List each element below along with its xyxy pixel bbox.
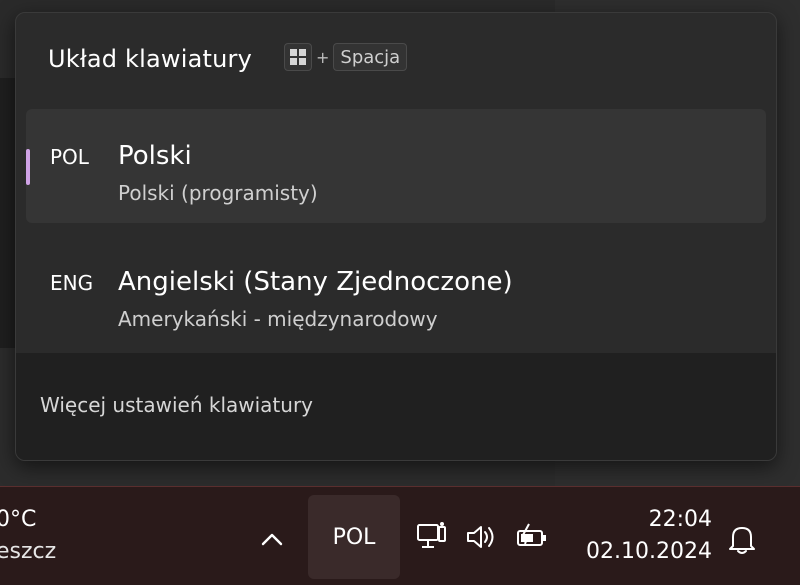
flyout-title: Układ klawiatury	[48, 45, 253, 73]
show-hidden-icons-button[interactable]	[252, 519, 292, 559]
windows-logo-icon	[290, 49, 306, 65]
keyboard-shortcut-hint: + Spacja	[284, 43, 408, 71]
notification-bell-icon[interactable]	[724, 521, 760, 557]
language-name: Angielski (Stany Zjednoczone)	[118, 267, 513, 297]
language-code: ENG	[50, 271, 94, 295]
weather-temperature[interactable]: 0°C	[0, 507, 36, 532]
keyboard-layout-flyout: Układ klawiatury + Spacja POL Polski Pol…	[15, 12, 777, 461]
chevron-up-icon	[261, 533, 283, 546]
flyout-footer: Więcej ustawień klawiatury	[16, 353, 776, 460]
language-code: POL	[50, 145, 89, 169]
volume-icon[interactable]	[464, 519, 500, 555]
weather-description[interactable]: eszcz	[0, 539, 56, 564]
clock-date[interactable]: 02.10.2024	[586, 539, 712, 564]
windows-key	[284, 43, 312, 71]
battery-icon[interactable]	[514, 519, 550, 555]
more-keyboard-settings-link[interactable]: Więcej ustawień klawiatury	[40, 393, 313, 417]
language-item-pol[interactable]: POL Polski Polski (programisty)	[26, 109, 766, 223]
desktop: Układ klawiatury + Spacja POL Polski Pol…	[0, 0, 800, 585]
taskbar: 0°C eszcz POL 22:04 02.10.2024	[0, 486, 800, 585]
space-key: Spacja	[333, 43, 408, 71]
keyboard-layout-name: Amerykański - międzynarodowy	[118, 307, 438, 331]
language-name: Polski	[118, 141, 192, 171]
language-item-eng[interactable]: ENG Angielski (Stany Zjednoczone) Ameryk…	[26, 235, 766, 349]
flyout-header: Układ klawiatury + Spacja	[16, 13, 776, 105]
clock-time[interactable]: 22:04	[640, 507, 712, 532]
selected-indicator	[26, 149, 30, 185]
input-language-button[interactable]: POL	[308, 495, 400, 579]
keyboard-layout-name: Polski (programisty)	[118, 181, 318, 205]
network-icon[interactable]	[414, 519, 450, 555]
plus-sign: +	[316, 47, 330, 67]
